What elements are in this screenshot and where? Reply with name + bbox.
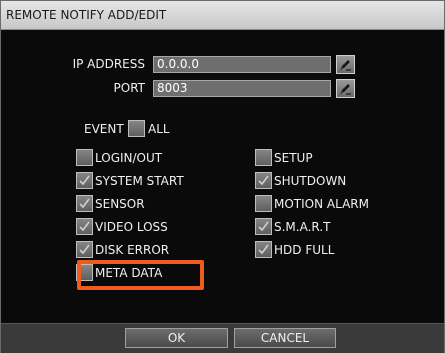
event-label: SYSTEM START bbox=[95, 174, 184, 188]
check-icon bbox=[258, 244, 269, 255]
event-all-checkbox[interactable] bbox=[128, 120, 145, 137]
event-label: DISK ERROR bbox=[95, 243, 170, 257]
ip-edit-button[interactable] bbox=[336, 55, 355, 74]
event-checkbox[interactable] bbox=[255, 241, 272, 258]
event-label: HDD FULL bbox=[274, 243, 335, 257]
title-bar: REMOTE NOTIFY ADD/EDIT bbox=[1, 1, 444, 30]
event-checkbox[interactable] bbox=[76, 241, 93, 258]
event-checkbox[interactable] bbox=[255, 172, 272, 189]
meta-data-highlight bbox=[77, 260, 204, 290]
port-edit-button[interactable] bbox=[336, 79, 355, 98]
check-icon bbox=[258, 221, 269, 232]
ok-button[interactable]: OK bbox=[125, 328, 228, 348]
pencil-icon bbox=[340, 60, 351, 71]
event-label: SHUTDOWN bbox=[274, 174, 347, 188]
ip-address-label: IP ADDRESS bbox=[72, 57, 145, 71]
event-label: MOTION ALARM bbox=[274, 197, 369, 211]
event-all-label: ALL bbox=[148, 122, 170, 136]
event-label: SENSOR bbox=[95, 197, 145, 211]
port-field[interactable]: 8003 bbox=[153, 80, 331, 97]
dialog-title: REMOTE NOTIFY ADD/EDIT bbox=[6, 8, 167, 22]
event-checkbox[interactable] bbox=[76, 149, 93, 166]
port-label: PORT bbox=[113, 81, 145, 95]
check-icon bbox=[79, 221, 90, 232]
event-checkbox[interactable] bbox=[76, 172, 93, 189]
event-checkbox[interactable] bbox=[255, 149, 272, 166]
event-checkbox[interactable] bbox=[76, 218, 93, 235]
check-icon bbox=[258, 175, 269, 186]
pencil-icon bbox=[340, 84, 351, 95]
event-label: LOGIN/OUT bbox=[95, 151, 163, 165]
ip-address-field[interactable]: 0.0.0.0 bbox=[153, 56, 331, 73]
check-icon bbox=[79, 175, 90, 186]
remote-notify-dialog: REMOTE NOTIFY ADD/EDIT IP ADDRESS 0.0.0.… bbox=[0, 0, 445, 353]
event-label: VIDEO LOSS bbox=[95, 220, 168, 234]
event-label: SETUP bbox=[274, 151, 313, 165]
event-label: EVENT bbox=[84, 122, 124, 136]
cancel-button[interactable]: CANCEL bbox=[234, 328, 336, 348]
event-checkbox[interactable] bbox=[255, 218, 272, 235]
check-icon bbox=[79, 244, 90, 255]
event-label: S.M.A.R.T bbox=[274, 220, 331, 234]
check-icon bbox=[79, 198, 90, 209]
event-checkbox[interactable] bbox=[255, 195, 272, 212]
event-checkbox[interactable] bbox=[76, 195, 93, 212]
